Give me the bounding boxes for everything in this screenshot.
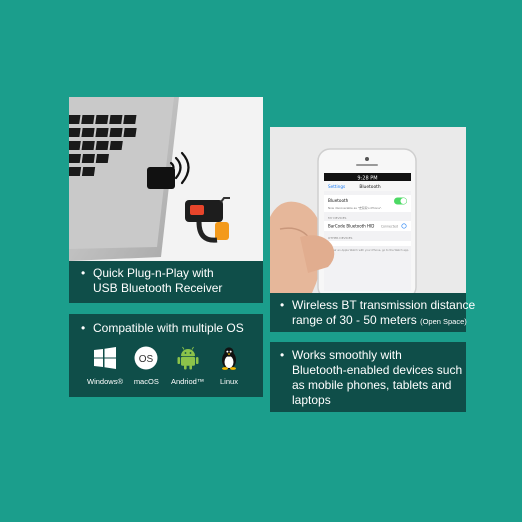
os-label: Andriod™ <box>170 377 205 386</box>
bullet-dot: • <box>81 321 86 335</box>
phone-back-link: Settings <box>328 184 345 189</box>
phone-discoverable-text: Now discoverable as "史琼琼's iPhone". <box>328 206 382 210</box>
laptop-receiver-photo <box>69 97 263 261</box>
phone-device-status: Connected <box>381 225 398 229</box>
phone-section-my-devices: MY DEVICES <box>328 216 347 220</box>
os-item-linux: Linux <box>209 346 249 389</box>
wireless-caption-bar: • Wireless BT transmission distance rang… <box>270 293 475 332</box>
devices-caption-line3: as mobile phones, tablets and <box>292 378 452 392</box>
os-item-macos: OS macOS <box>126 346 166 389</box>
usb-receiver <box>147 167 175 189</box>
os-item-android: Andriod™ <box>168 346 208 389</box>
os-title: Compatible with multiple OS <box>93 321 244 335</box>
phone-footer-text: To pair an Apple Watch with your iPhone,… <box>328 248 409 252</box>
phone-section-other-devices: OTHER DEVICES <box>328 236 353 240</box>
wireless-range-panel: 9:28 PM Settings Bluetooth Bluetooth Now… <box>270 127 475 332</box>
phone-device-name: BarCode Bluetooth HID <box>328 224 374 229</box>
laptop-scanner-illustration <box>69 97 263 261</box>
os-compatibility-panel: • Compatible with multiple OS Windows® O… <box>69 314 263 397</box>
devices-caption-line1: Works smoothly with <box>292 348 402 362</box>
wireless-caption-line1: Wireless BT transmission distance <box>292 298 476 312</box>
bullet-dot: • <box>280 348 285 362</box>
macos-badge-text: OS <box>139 354 154 365</box>
plug-and-play-panel: • Quick Plug-n-Play with USB Bluetooth R… <box>69 97 263 303</box>
android-icon <box>177 346 199 370</box>
os-label: Windows® <box>87 377 123 386</box>
phone-toggle-label: Bluetooth <box>328 198 349 203</box>
macos-icon: OS <box>134 346 158 370</box>
plug-caption-line1: Quick Plug-n-Play with <box>93 266 214 280</box>
os-label: macOS <box>133 377 159 386</box>
os-label: Linux <box>220 377 238 386</box>
devices-caption-line4: laptops <box>292 393 331 407</box>
phone-time: 9:28 PM <box>357 176 377 182</box>
plug-caption-bar: • Quick Plug-n-Play with USB Bluetooth R… <box>69 261 263 303</box>
open-space-note: (Open Space) <box>420 317 467 326</box>
wireless-caption-line2: range of 30 - 50 meters <box>292 313 417 327</box>
bullet-dot: • <box>81 266 86 280</box>
bullet-dot: • <box>280 298 285 312</box>
plug-caption-line2: USB Bluetooth Receiver <box>93 281 223 295</box>
os-item-windows: Windows® <box>85 346 125 389</box>
windows-icon <box>94 347 116 369</box>
phone-title: Bluetooth <box>359 184 381 190</box>
devices-caption-line2: Bluetooth-enabled devices such <box>292 363 463 377</box>
linux-icon <box>221 347 236 370</box>
phone-in-hand-photo: 9:28 PM Settings Bluetooth Bluetooth Now… <box>270 127 466 293</box>
os-icon-row: Windows® OS macOS Andriod™ Linux <box>81 346 253 389</box>
phone-illustration: 9:28 PM Settings Bluetooth Bluetooth Now… <box>270 127 466 293</box>
devices-panel: • Works smoothly with Bluetooth-enabled … <box>270 342 466 412</box>
